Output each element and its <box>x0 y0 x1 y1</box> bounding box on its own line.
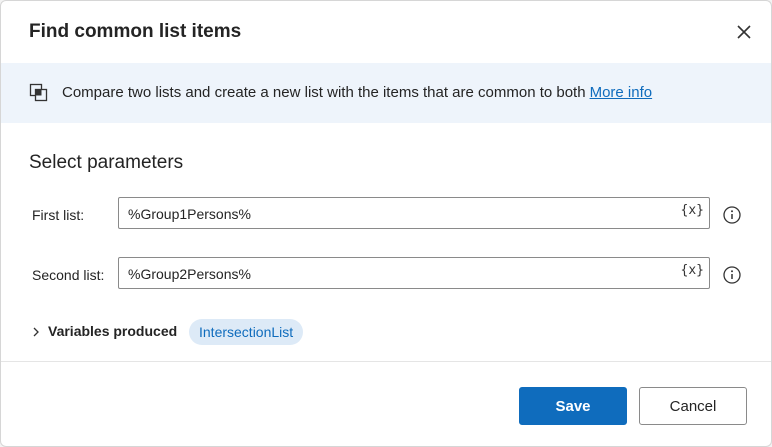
divider <box>1 361 771 362</box>
variable-picker-button[interactable]: {x} <box>681 263 704 278</box>
variable-chip[interactable]: IntersectionList <box>189 319 304 345</box>
chevron-right-icon[interactable] <box>31 327 41 337</box>
help-icon[interactable] <box>723 206 741 224</box>
second-list-label: Second list: <box>32 267 105 283</box>
section-title: Select parameters <box>29 152 184 173</box>
cancel-button[interactable]: Cancel <box>639 387 747 425</box>
info-bar: Compare two lists and create a new list … <box>1 63 771 123</box>
info-text: Compare two lists and create a new list … <box>62 84 652 101</box>
second-list-value: %Group2Persons% <box>128 266 251 282</box>
first-list-label: First list: <box>32 207 85 223</box>
second-list-field[interactable]: %Group2Persons% {x} <box>118 257 710 289</box>
first-list-value: %Group1Persons% <box>128 206 251 222</box>
more-info-link[interactable]: More info <box>590 84 653 101</box>
first-list-field[interactable]: %Group1Persons% {x} <box>118 197 710 229</box>
close-icon[interactable] <box>733 21 755 43</box>
variable-picker-button[interactable]: {x} <box>681 203 704 218</box>
help-icon[interactable] <box>723 266 741 284</box>
dialog-title: Find common list items <box>29 21 242 42</box>
info-description: Compare two lists and create a new list … <box>62 84 586 101</box>
dialog: Find common list items Compare two lists… <box>0 0 772 447</box>
variables-produced-label: Variables produced <box>48 323 178 339</box>
compare-lists-icon <box>29 83 48 102</box>
save-button[interactable]: Save <box>519 387 627 425</box>
